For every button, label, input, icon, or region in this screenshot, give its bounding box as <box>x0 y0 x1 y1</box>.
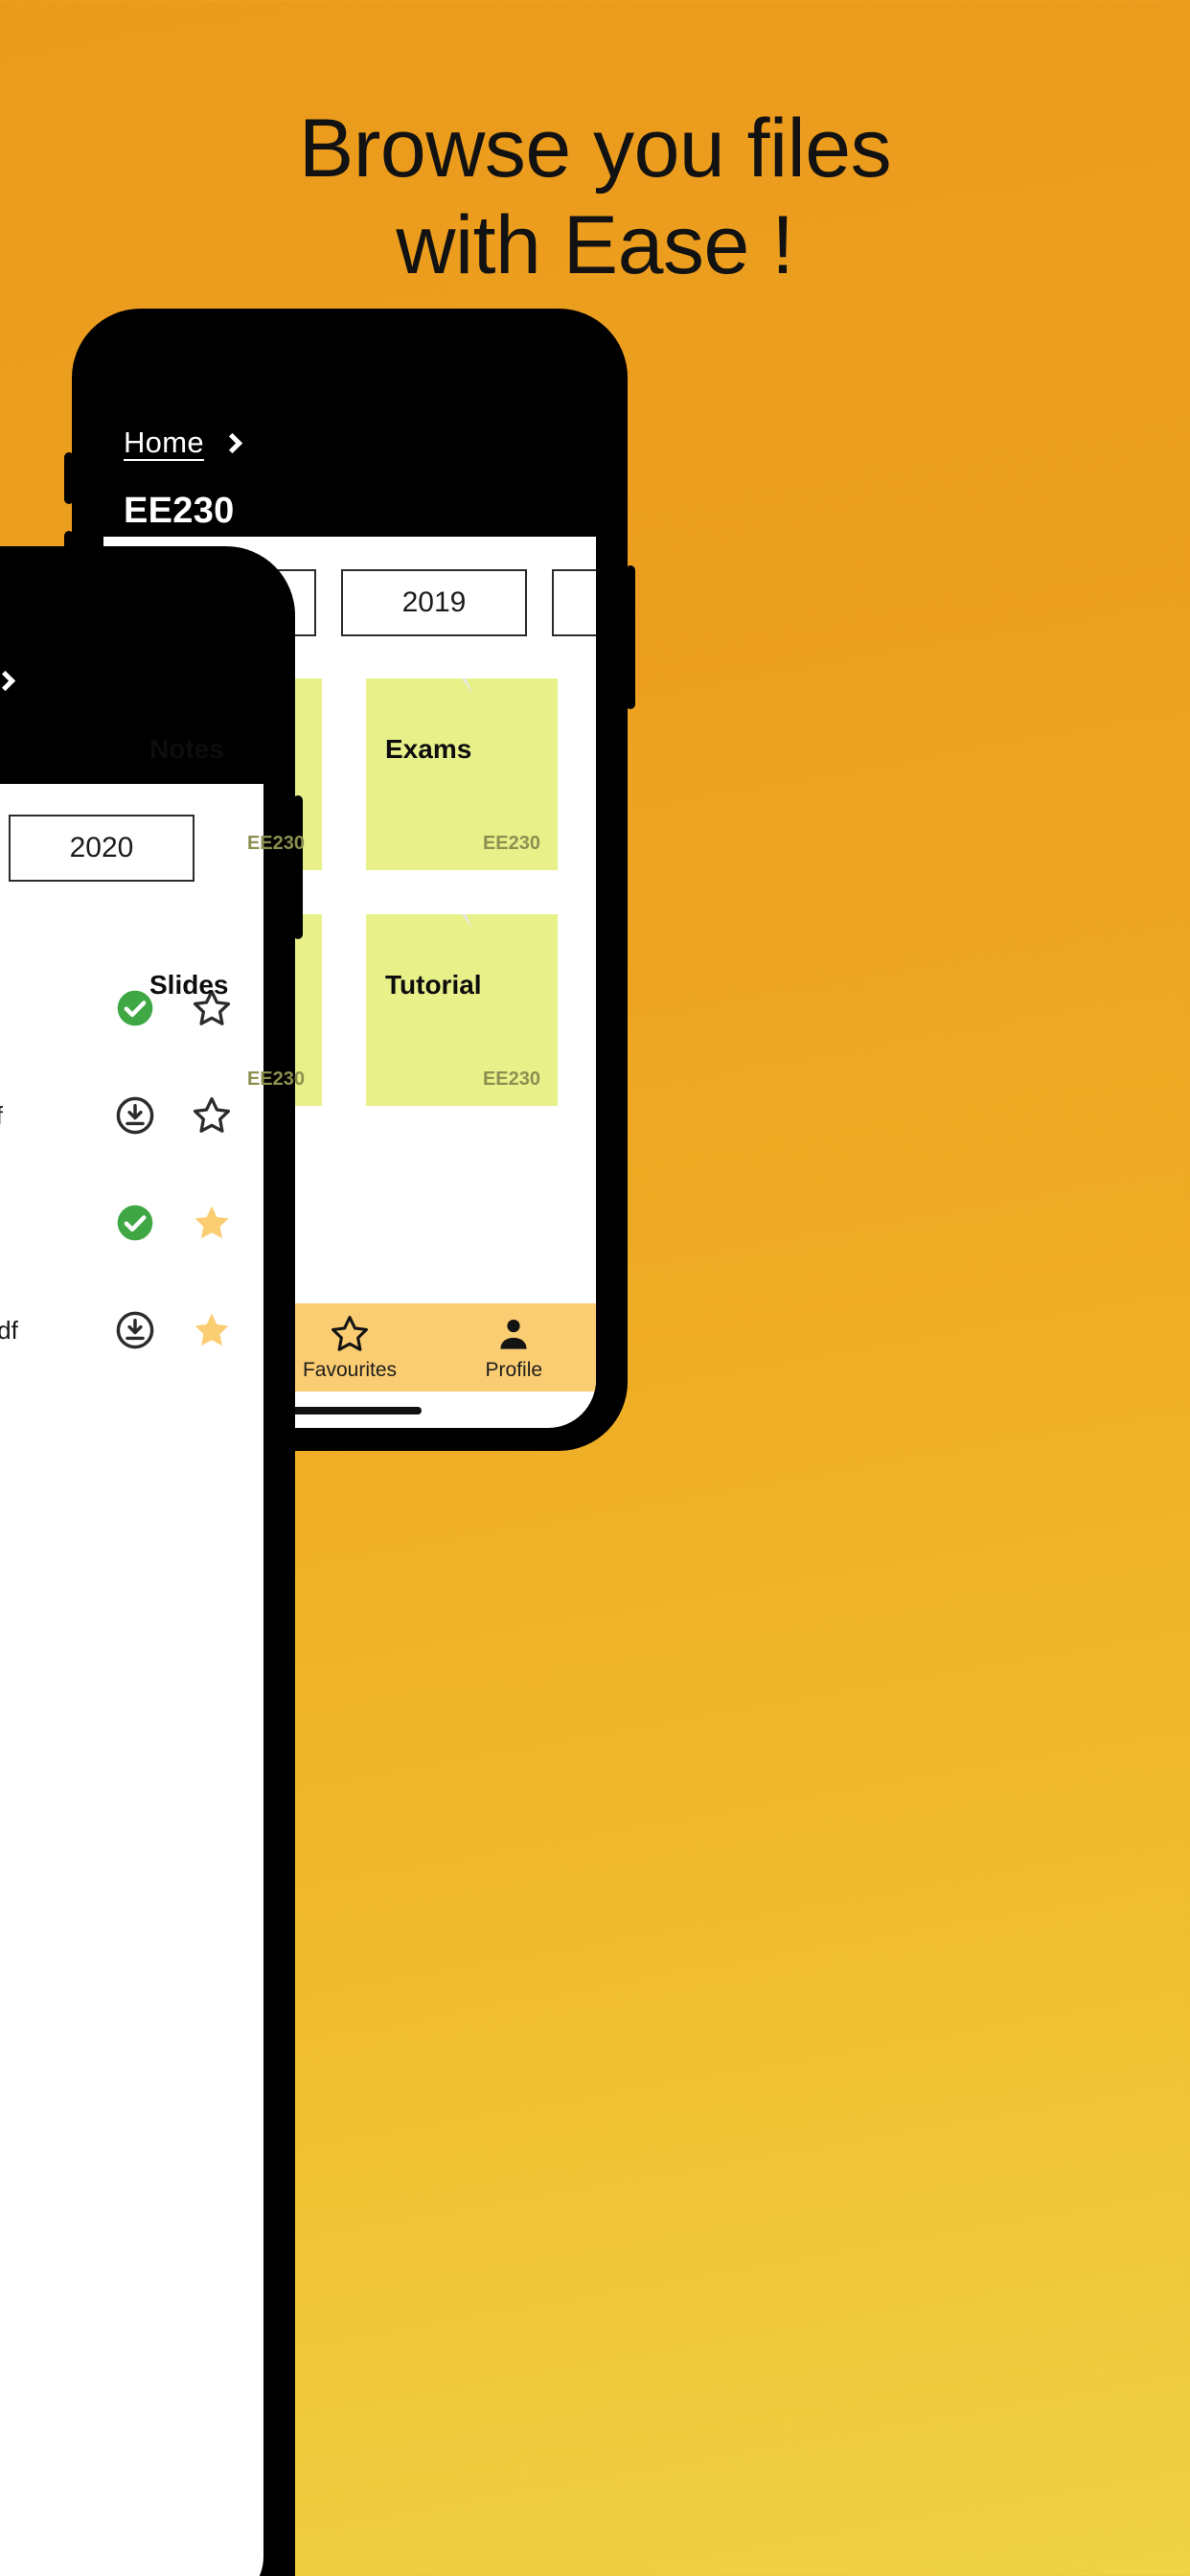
folder-tab-shape <box>366 678 558 713</box>
hero-line-1: Browse you files <box>298 103 892 195</box>
year-tab-2019[interactable]: 2019 <box>341 569 527 636</box>
list-item[interactable]: lecture3_bjt.pdf <box>0 1169 263 1276</box>
list-item[interactable]: lecture4_opamp.pdf <box>0 1276 263 1384</box>
breadcrumb: Home <box>124 426 243 460</box>
folder-name: Slides <box>149 970 229 1000</box>
phone-power-button <box>626 565 635 709</box>
file-name: lecture2_diode.pdf <box>0 1101 114 1131</box>
folder-course-code: EE230 <box>246 1069 305 1090</box>
year-tab-list: 2021 2020 <box>0 815 263 882</box>
folder-card[interactable]: Tutorial EE230 <box>366 914 558 1106</box>
back-phone-header: Home EE230 <box>72 309 628 539</box>
phone-power-button <box>293 795 303 939</box>
folder-name: Notes <box>149 734 224 764</box>
star-filled-icon[interactable] <box>191 1202 233 1244</box>
folder-course-code: EE230 <box>246 833 305 854</box>
breadcrumb-link-home[interactable]: Home <box>124 426 204 460</box>
file-name: lecture1_intro.pdf <box>0 994 114 1024</box>
year-tab-2018[interactable]: 2018 <box>552 569 596 636</box>
breadcrumb: Slides <box>0 663 16 698</box>
file-list: lecture1_intro.pdf lecture2_diode.pdf <box>0 954 263 1384</box>
nav-label-profile: Profile <box>485 1359 543 1381</box>
chevron-right-icon <box>221 432 243 453</box>
page-title: Browse you files with Ease ! <box>0 101 1190 295</box>
hero-line-2: with Ease ! <box>396 199 794 292</box>
front-phone-content: 2021 2020 lecture1_intro.pdf lecture2_di… <box>0 784 263 2576</box>
folder-course-code: EE230 <box>482 1069 540 1090</box>
folder-course-code: EE230 <box>482 833 540 854</box>
list-item[interactable]: lecture2_diode.pdf <box>0 1062 263 1169</box>
download-circle-icon[interactable] <box>114 1309 156 1351</box>
row-actions <box>114 1202 233 1244</box>
person-icon <box>500 1319 527 1349</box>
star-outline-icon[interactable] <box>191 1094 233 1137</box>
folder-name: Exams <box>385 734 472 764</box>
file-name: lecture3_bjt.pdf <box>0 1208 114 1238</box>
star-filled-icon[interactable] <box>191 1309 233 1351</box>
year-tab-2020[interactable]: 2020 <box>9 815 195 882</box>
chevron-right-icon <box>0 670 16 691</box>
folder-name: Tutorial <box>385 970 482 1000</box>
nav-label-favourites: Favourites <box>302 1359 398 1381</box>
file-name: lecture4_opamp.pdf <box>0 1315 18 1345</box>
nav-item-profile[interactable]: Profile <box>432 1303 596 1382</box>
row-actions <box>114 1094 233 1137</box>
download-circle-icon[interactable] <box>114 1094 156 1137</box>
row-actions <box>114 1309 233 1351</box>
folder-tab-shape <box>366 914 558 949</box>
folder-card[interactable]: Exams EE230 <box>366 678 558 870</box>
home-indicator <box>278 1407 422 1414</box>
course-title: EE230 <box>124 491 235 531</box>
star-outline-icon <box>332 1316 368 1351</box>
check-circle-icon[interactable] <box>114 1202 156 1244</box>
